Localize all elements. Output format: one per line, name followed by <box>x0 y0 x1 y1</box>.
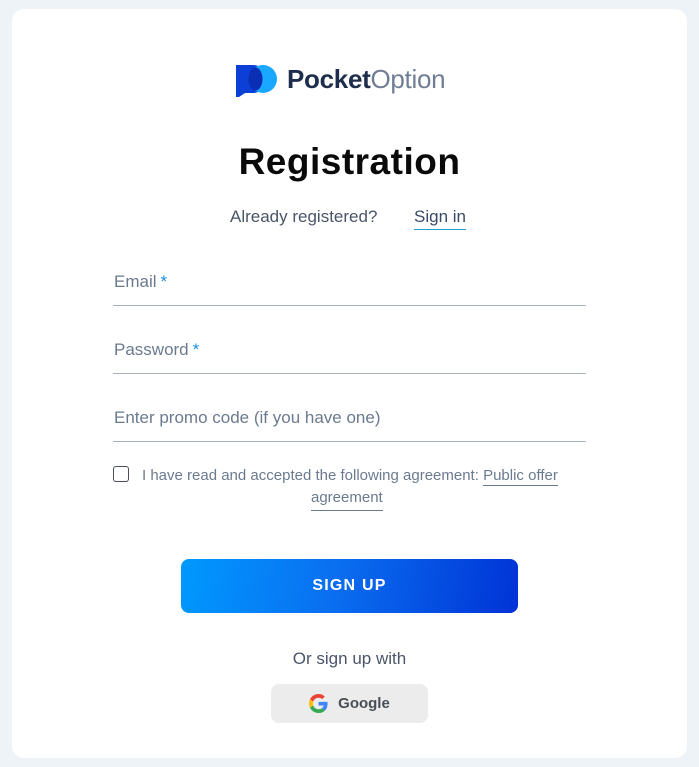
google-icon <box>309 694 328 713</box>
sign-up-button[interactable]: SIGN UP <box>181 559 518 613</box>
google-label: Google <box>338 695 390 712</box>
brand-logo[interactable]: PocketOption <box>235 61 446 97</box>
already-registered-text: Already registered? <box>230 207 378 226</box>
page-title: Registration <box>238 141 461 182</box>
brand-name: PocketOption <box>287 64 446 94</box>
email-field[interactable]: Email * <box>113 261 590 307</box>
password-input[interactable] <box>113 329 590 375</box>
promo-code-input[interactable] <box>113 397 590 443</box>
registration-card: PocketOption Registration Already regist… <box>12 9 687 758</box>
password-field[interactable]: Password * <box>113 329 590 375</box>
brand-name-light: Option <box>370 64 446 94</box>
or-sign-up-with-text: Or sign up with <box>292 649 407 668</box>
brand-name-bold: Pocket <box>287 64 371 94</box>
agreement-checkbox[interactable] <box>113 466 129 482</box>
google-sign-up-button[interactable]: Google <box>271 684 428 723</box>
public-offer-link-continued[interactable]: agreement <box>311 487 383 511</box>
promo-code-field[interactable]: Enter promo code (if you have one) <box>113 397 590 443</box>
sign-in-link[interactable]: Sign in <box>414 207 466 230</box>
email-input[interactable] <box>113 261 590 307</box>
agreement-text: I have read and accepted the following a… <box>142 467 558 486</box>
public-offer-link[interactable]: Public offer <box>483 467 558 486</box>
pocket-option-logo-icon <box>236 65 277 97</box>
